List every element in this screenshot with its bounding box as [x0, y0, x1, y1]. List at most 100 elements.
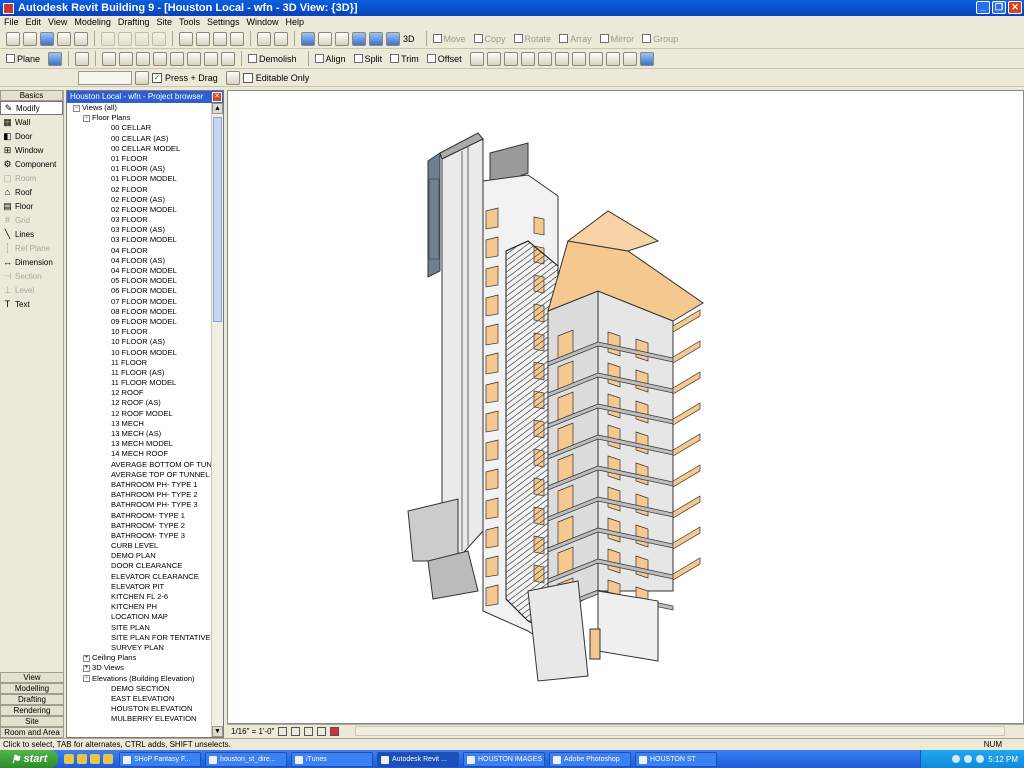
tree-item[interactable]: 02 FLOOR MODEL [67, 205, 211, 215]
pin-icon[interactable] [554, 51, 569, 66]
start-button[interactable]: ⚑ start [0, 750, 58, 768]
menu-window[interactable]: Window [247, 17, 279, 27]
expand-toggle-icon[interactable]: + [83, 654, 90, 662]
split-face-icon[interactable] [119, 51, 134, 66]
offset-tool[interactable]: Offset [426, 54, 462, 64]
design-tool-modify[interactable]: ✎ Modify [0, 101, 63, 115]
split-tool[interactable]: Split [353, 54, 382, 64]
tree-item[interactable]: SURVEY PLAN [67, 643, 211, 653]
detail-level-icon[interactable] [278, 727, 288, 736]
tree-item[interactable]: ELEVATOR CLEARANCE [67, 572, 211, 582]
tree-item[interactable]: 06 FLOOR MODEL [67, 286, 211, 296]
measure-icon[interactable] [213, 31, 227, 46]
design-tool-roof[interactable]: ⌂ Roof [0, 185, 63, 199]
press-drag-checkbox[interactable]: ✓ [152, 73, 162, 83]
uncut-geometry-icon[interactable] [170, 51, 185, 66]
3d-view-icon[interactable] [386, 31, 400, 46]
menu-drafting[interactable]: Drafting [118, 17, 150, 27]
tree-item[interactable]: 03 FLOOR [67, 215, 211, 225]
view-scale[interactable]: 1/16" = 1'-0" [231, 727, 274, 736]
binoculars-icon[interactable] [301, 31, 315, 46]
section-box-icon[interactable] [221, 51, 236, 66]
copy-monitor-icon[interactable] [486, 51, 501, 66]
zoom-icon[interactable] [318, 31, 332, 46]
wall-join-icon[interactable] [136, 51, 151, 66]
shadows-icon[interactable] [304, 727, 314, 736]
design-tool-component[interactable]: ⚙ Component [0, 157, 63, 171]
restore-button[interactable]: ❐ [992, 1, 1006, 14]
join-geometry-icon[interactable] [187, 51, 202, 66]
taskbar-task[interactable]: Autodesk Revit ... [377, 751, 459, 767]
taskbar-task[interactable]: iTunes [291, 751, 373, 767]
lock-icon[interactable] [537, 51, 552, 66]
3d-view-label[interactable]: 3D [403, 34, 415, 44]
help-pointer-icon[interactable] [274, 31, 288, 46]
demolish-tool[interactable]: Demolish [248, 54, 297, 64]
temporary-hide-icon[interactable] [330, 727, 340, 736]
tree-item[interactable]: 04 FLOOR (AS) [67, 256, 211, 266]
tab-drafting[interactable]: Drafting [0, 694, 64, 705]
paint-icon[interactable] [102, 51, 117, 66]
show-desktop-icon[interactable] [90, 754, 100, 764]
tree-item[interactable]: KITCHEN FL 2-6 [67, 592, 211, 602]
design-tool-window[interactable]: ⊞ Window [0, 143, 63, 157]
resize-icon[interactable] [588, 51, 603, 66]
tab-site[interactable]: Site [0, 716, 64, 727]
cut-icon[interactable] [101, 31, 115, 46]
tree-item[interactable]: KITCHEN PH [67, 602, 211, 612]
tree-item[interactable]: BATHROOM PH- TYPE 2 [67, 490, 211, 500]
tab-rendering[interactable]: Rendering [0, 705, 64, 716]
shading-icon[interactable] [369, 31, 383, 46]
dynamic-view-icon[interactable] [335, 31, 349, 46]
tree-views-root[interactable]: − Views (all) [67, 103, 211, 113]
tree-item[interactable]: 01 FLOOR [67, 154, 211, 164]
tree-3d-views[interactable]: +3D Views [67, 663, 211, 673]
tree-item[interactable]: BATHROOM- TYPE 3 [67, 531, 211, 541]
tree-item[interactable]: 05 FLOOR MODEL [67, 276, 211, 286]
expand-toggle-icon[interactable]: + [83, 664, 90, 672]
tray-network-icon[interactable] [952, 755, 961, 763]
tree-item[interactable]: CURB LEVEL [67, 541, 211, 551]
unjoin-geometry-icon[interactable] [204, 51, 219, 66]
firefox-icon[interactable] [77, 754, 87, 764]
taskbar-task[interactable]: HOUSTON IMAGES [463, 751, 545, 767]
tag-icon[interactable] [230, 31, 244, 46]
tree-item[interactable]: 02 FLOOR (AS) [67, 195, 211, 205]
tree-item[interactable]: 14 MECH ROOF [67, 449, 211, 459]
3d-view-canvas[interactable] [227, 90, 1024, 724]
tree-item[interactable]: 00 CELLAR MODEL [67, 144, 211, 154]
menu-view[interactable]: View [48, 17, 67, 27]
save-icon[interactable] [40, 31, 54, 46]
menu-edit[interactable]: Edit [26, 17, 42, 27]
tray-security-icon[interactable] [976, 755, 985, 763]
tool-array[interactable]: Array [559, 34, 592, 44]
tree-item[interactable]: 00 CELLAR (AS) [67, 134, 211, 144]
design-tool-floor[interactable]: ▤ Floor [0, 199, 63, 213]
tree-item[interactable]: 02 FLOOR [67, 185, 211, 195]
minimize-button[interactable]: _ [976, 1, 990, 14]
tree-item[interactable]: ELEVATOR PIT [67, 582, 211, 592]
design-tool-dimension[interactable]: ↔ Dimension [0, 255, 63, 269]
workplane-icon[interactable] [48, 51, 63, 66]
tab-modelling[interactable]: Modelling [0, 683, 64, 694]
match-properties-icon[interactable] [75, 51, 90, 66]
editable-only-checkbox[interactable] [242, 73, 253, 83]
tree-item[interactable]: AVERAGE TOP OF TUNNEL [67, 470, 211, 480]
tree-item[interactable]: 13 MECH (AS) [67, 429, 211, 439]
tree-item[interactable]: 12 ROOF [67, 388, 211, 398]
print-icon[interactable] [57, 31, 71, 46]
tab-basics[interactable]: Basics [0, 90, 63, 101]
tree-item[interactable]: DOOR CLEARANCE [67, 561, 211, 571]
tree-item[interactable]: BATHROOM- TYPE 1 [67, 511, 211, 521]
new-file-icon[interactable] [6, 31, 20, 46]
tool-copy[interactable]: Copy [473, 34, 506, 44]
tree-item[interactable]: 11 FLOOR [67, 358, 211, 368]
tab-view[interactable]: View [0, 672, 64, 683]
plane-tool[interactable]: Plane [6, 54, 40, 64]
taskbar-task[interactable]: SHoP Fantasy F... [119, 751, 201, 767]
scroll-up-arrow-icon[interactable]: ▲ [212, 103, 223, 114]
unpin-icon[interactable] [571, 51, 586, 66]
align-tool[interactable]: Align [314, 54, 346, 64]
tab-room-and-area[interactable]: Room and Area [0, 727, 64, 738]
redo-icon[interactable] [196, 31, 210, 46]
